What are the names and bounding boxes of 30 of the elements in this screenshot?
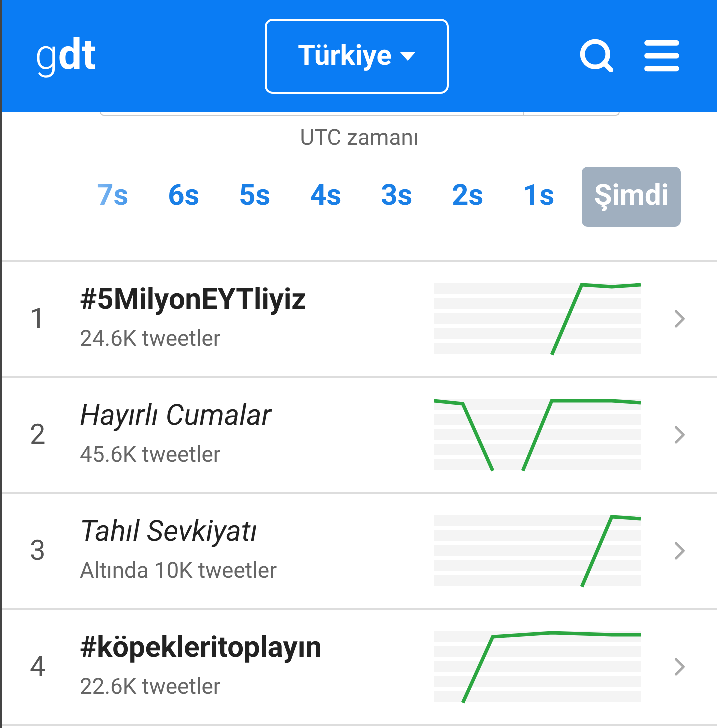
trend-title: Tahıl Sevkiyatı — [80, 514, 259, 551]
time-tab[interactable]: 7s — [77, 167, 148, 227]
trend-title: #5MilyonEYTliyiz — [80, 282, 308, 319]
trend-title: #köpekleritoplayın — [80, 630, 324, 667]
trend-row[interactable]: 3 Tahıl Sevkiyatı Altında 10K tweetler — [2, 494, 717, 610]
caption: UTC zamanı — [300, 126, 419, 151]
tweet-count: 22.6K tweetler — [80, 674, 222, 702]
country-dropdown[interactable]: Türkiye — [265, 18, 449, 94]
trend-row[interactable]: 2 Hayırlı Cumalar 45.6K tweetler — [2, 378, 717, 494]
tweet-count: Altında 10K tweetler — [80, 558, 278, 586]
tweet-count: 24.6K tweetler — [80, 326, 222, 354]
tweet-count: 45.6K tweetler — [80, 442, 222, 470]
rank: 4 — [29, 649, 47, 685]
rank: 2 — [29, 417, 47, 453]
time-tab[interactable]: 6s — [148, 167, 220, 227]
time-tab[interactable]: 4s — [290, 167, 362, 227]
time-tab[interactable]: 3s — [361, 167, 432, 227]
time-tab[interactable]: Şimdi — [582, 167, 681, 227]
trend-row[interactable]: 1 #5MilyonEYTliyiz 24.6K tweetler — [2, 262, 717, 378]
trend-title: Hayırlı Cumalar — [80, 398, 273, 435]
time-tab[interactable]: 2s — [432, 167, 504, 227]
time-tab[interactable]: 5s — [219, 167, 290, 227]
rank: 1 — [29, 301, 47, 337]
time-select-field[interactable] — [100, 112, 620, 116]
time-tab[interactable]: 1s — [503, 167, 574, 227]
trend-row[interactable]: 4 #köpekleritoplayın 22.6K tweetler — [2, 610, 717, 726]
logo[interactable]: gdt — [35, 35, 265, 77]
rank: 3 — [29, 533, 47, 569]
search-icon[interactable] — [578, 37, 616, 75]
caret-icon — [400, 52, 416, 60]
